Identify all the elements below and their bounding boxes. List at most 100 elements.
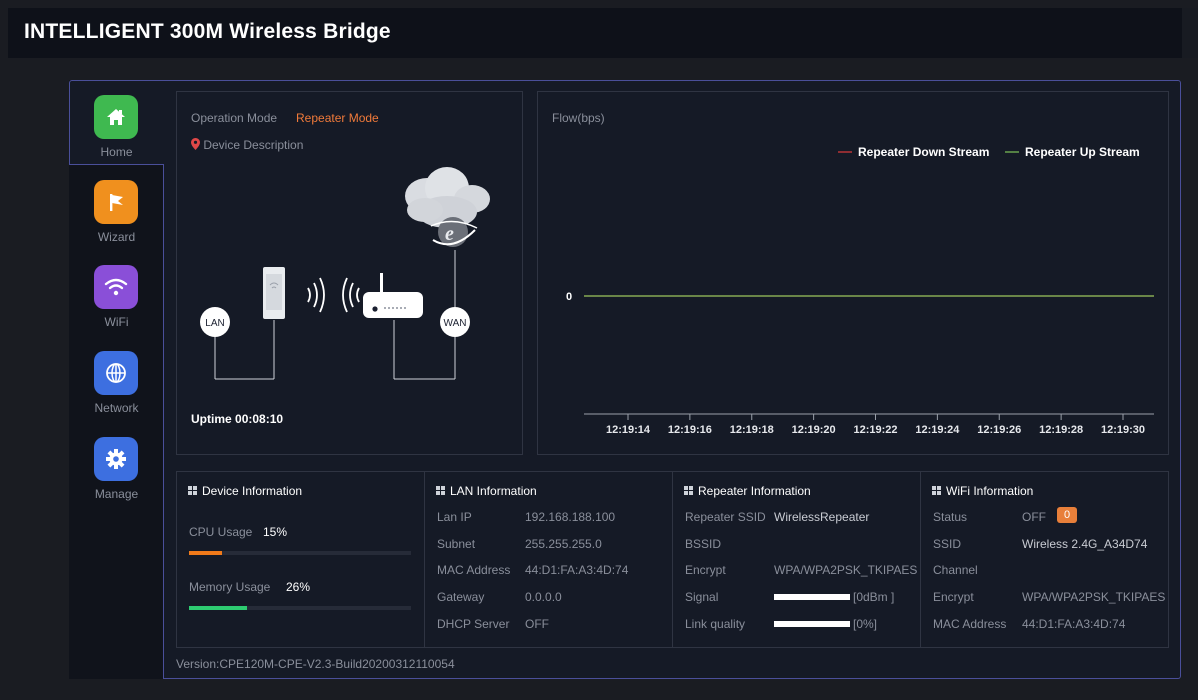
wifi-encrypt-value: WPA/WPA2PSK_TKIPAES	[1022, 590, 1166, 604]
x-tick-label: 12:19:30	[1101, 424, 1145, 436]
home-icon	[94, 95, 138, 139]
signal-value: [0dBm ]	[853, 590, 895, 604]
repeater-info-title: Repeater Information	[698, 484, 811, 498]
cloud-internet-icon: e	[405, 167, 490, 247]
gear-icon	[94, 437, 138, 481]
repeater-encrypt-value: WPA/WPA2PSK_TKIPAES	[774, 563, 918, 577]
nav-label-home: Home	[100, 145, 133, 159]
wifi-status-badge: 0	[1057, 507, 1078, 523]
x-tick-label: 12:19:26	[977, 424, 1021, 436]
x-tick-label: 12:19:22	[853, 424, 897, 436]
uptime-value: 00:08:10	[235, 412, 284, 426]
wifi-info-header: WiFi Information	[932, 484, 1033, 498]
grid-icon	[684, 486, 693, 495]
nav-item-wifi[interactable]: WiFi	[69, 265, 164, 345]
lan-ip-value: 192.168.188.100	[525, 510, 616, 524]
x-tick-label: 12:19:28	[1039, 424, 1083, 436]
flag-icon	[94, 180, 138, 224]
wifi-mac-value: 44:D1:FA:A3:4D:74	[1022, 617, 1126, 631]
globe-icon	[94, 351, 138, 395]
operation-mode-panel: Operation Mode Repeater Mode Device Desc…	[176, 91, 523, 455]
x-tick-label: 12:19:16	[668, 424, 712, 436]
uptime-label: Uptime	[191, 412, 232, 426]
uptime: Uptime 00:08:10	[191, 412, 283, 426]
link-quality-bar	[774, 621, 850, 627]
subnet-value: 255.255.255.0	[525, 537, 602, 551]
nav-label-network: Network	[94, 401, 139, 415]
wan-node: WAN	[440, 307, 470, 337]
grid-icon	[932, 486, 941, 495]
repeater-ssid-label: Repeater SSID	[685, 510, 766, 524]
wifi-ssid-label: SSID	[933, 537, 962, 551]
wifi-info-title: WiFi Information	[946, 484, 1034, 498]
memory-usage-value: 26%	[286, 580, 311, 594]
gateway-label: Gateway	[437, 590, 485, 604]
firmware-version: Version:CPE120M-CPE-V2.3-Build2020031211…	[176, 657, 455, 671]
cpu-usage-bar-fill	[189, 551, 223, 555]
device-info-panel: Device Information CPU Usage 15% Memory …	[176, 471, 424, 648]
x-tick-label: 12:19:24	[915, 424, 960, 436]
flow-chart: Repeater Down Stream Repeater Up Stream 0 1…	[566, 145, 1154, 436]
subnet-label: Subnet	[437, 537, 476, 551]
nav-label-wifi: WiFi	[104, 315, 129, 329]
lan-info-panel: LAN Information Lan IP 192.168.188.100 S…	[424, 471, 672, 648]
link-quality-value: [0%]	[853, 617, 878, 631]
top-header: INTELLIGENT 300M Wireless Bridge	[8, 8, 1182, 58]
y-tick-label: 0	[566, 291, 572, 303]
cpe-device-icon	[263, 267, 285, 319]
nav-item-manage[interactable]: Manage	[69, 437, 164, 517]
wifi-info-panel: WiFi Information Status OFF 0 SSID Wirel…	[920, 471, 1169, 648]
cpu-usage-value: 15%	[263, 525, 288, 539]
signal-label: Signal	[685, 590, 719, 604]
nav-item-wizard[interactable]: Wizard	[69, 180, 164, 260]
cpu-usage-label: CPU Usage	[189, 525, 253, 539]
app-title: INTELLIGENT 300M Wireless Bridge	[24, 20, 391, 43]
lan-ip-label: Lan IP	[437, 510, 472, 524]
router-icon	[363, 273, 423, 318]
device-info-header: Device Information	[188, 484, 302, 498]
lan-mac-value: 44:D1:FA:A3:4D:74	[525, 563, 629, 577]
wifi-mac-label: MAC Address	[933, 617, 1007, 631]
dhcp-server-label: DHCP Server	[437, 617, 510, 631]
repeater-encrypt-label: Encrypt	[685, 563, 726, 577]
lan-mac-label: MAC Address	[437, 563, 511, 577]
device-info-title: Device Information	[202, 484, 303, 498]
memory-usage-bar	[189, 606, 411, 610]
svg-text:e: e	[445, 223, 454, 245]
legend-label-up: Repeater Up Stream	[1025, 145, 1140, 159]
content-divider	[163, 164, 164, 679]
lan-info-header: LAN Information	[436, 484, 537, 498]
memory-usage-label: Memory Usage	[189, 580, 271, 594]
gateway-value: 0.0.0.0	[525, 590, 562, 604]
legend-label-down: Repeater Down Stream	[858, 145, 989, 159]
channel-label: Channel	[933, 563, 978, 577]
wan-node-label: WAN	[444, 318, 467, 329]
dhcp-server-value: OFF	[525, 617, 549, 631]
wifi-status-value: OFF	[1022, 510, 1046, 524]
grid-icon	[436, 486, 445, 495]
wifi-ssid-value: Wireless 2.4G_A34D74	[1022, 537, 1148, 551]
memory-usage-bar-fill	[189, 606, 247, 610]
lan-info-title: LAN Information	[450, 484, 537, 498]
wifi-status-label: Status	[933, 510, 968, 524]
nav-label-wizard: Wizard	[97, 230, 136, 244]
cpu-usage-bar	[189, 551, 411, 555]
x-tick-label: 12:19:14	[606, 424, 651, 436]
bssid-label: BSSID	[685, 537, 722, 551]
nav-item-network[interactable]: Network	[69, 351, 164, 431]
lan-node: LAN	[200, 307, 230, 337]
lan-node-label: LAN	[205, 318, 224, 329]
repeater-info-header: Repeater Information	[684, 484, 811, 498]
network-diagram: e LAN WAN	[200, 167, 490, 380]
flow-chart-panel: Flow(bps) Repeater Down Stream Repeater U…	[537, 91, 1169, 455]
wifi-icon	[94, 265, 138, 309]
repeater-info-panel: Repeater Information Repeater SSID Wirel…	[672, 471, 920, 648]
grid-icon	[188, 486, 197, 495]
nav-item-home[interactable]: Home	[69, 95, 164, 175]
repeater-ssid-value: WirelessRepeater	[774, 510, 870, 524]
signal-waves-icon	[307, 277, 360, 313]
signal-bar	[774, 594, 850, 600]
wifi-encrypt-label: Encrypt	[933, 590, 974, 604]
nav-label-manage: Manage	[94, 487, 139, 501]
header-edge	[1182, 8, 1198, 58]
